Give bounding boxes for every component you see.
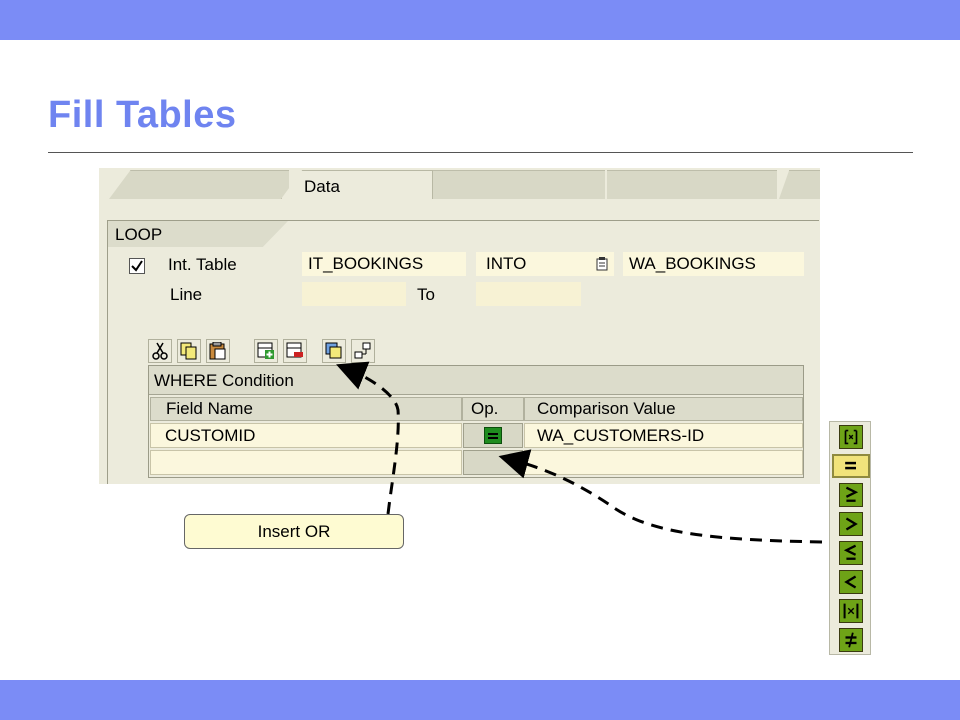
greater-icon	[845, 517, 858, 531]
tab-data-label: Data	[304, 177, 340, 196]
equals-icon	[845, 461, 856, 470]
between-icon	[844, 429, 858, 445]
insert-or-callout: Insert OR	[184, 514, 404, 549]
arrow-to-insert-or	[336, 361, 400, 515]
greater-equal-icon	[845, 486, 859, 502]
annotation-arrows	[336, 361, 823, 544]
not-equal-icon	[845, 632, 857, 648]
not-equal-operator-button[interactable]	[839, 628, 863, 652]
between-operator-button[interactable]	[839, 425, 863, 449]
operator-palette	[829, 421, 871, 655]
less-equal-icon	[843, 544, 857, 560]
equals-operator-button[interactable]	[832, 454, 870, 478]
less-equal-operator-button[interactable]	[839, 541, 863, 565]
less-icon	[844, 575, 857, 589]
arrow-to-operator	[498, 449, 823, 544]
not-between-icon	[843, 603, 859, 619]
not-between-operator-button[interactable]	[839, 599, 863, 623]
less-operator-button[interactable]	[839, 570, 863, 594]
bottom-band	[0, 680, 960, 720]
greater-equal-operator-button[interactable]	[839, 483, 863, 507]
tab-data[interactable]: Data	[281, 170, 433, 199]
greater-operator-button[interactable]	[839, 512, 863, 536]
